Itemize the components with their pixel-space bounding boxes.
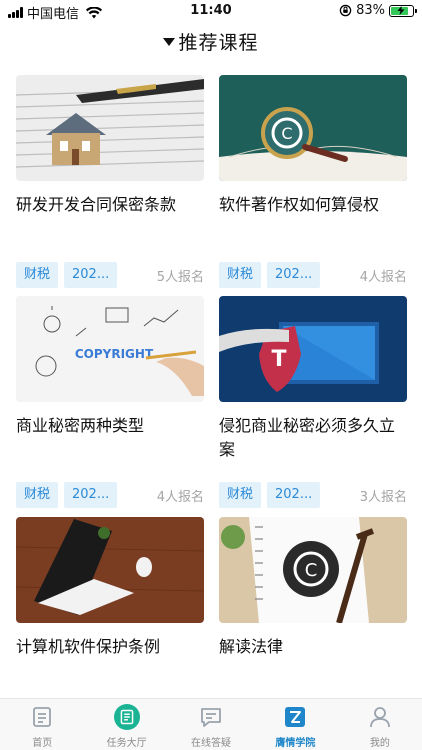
tab-label: 在线答疑 [191,738,232,749]
academy-icon [282,704,308,730]
course-thumbnail: C [219,75,407,181]
battery-percent: 83% [356,3,385,18]
tab-profile[interactable]: 我的 [338,699,422,750]
tab-task-hall[interactable]: 任务大厅 [84,699,168,750]
enroll-count: 5人报名 [156,269,204,285]
tab-label: 首页 [32,738,53,749]
page-header: 推荐课程 [0,28,422,58]
svg-text:C: C [281,124,292,143]
course-title: 商业秘密两种类型 [16,416,145,435]
course-meta: 财税 202... 4人报名 [219,261,407,289]
course-card[interactable]: T 侵犯商业秘密必须多久立案 [219,296,407,462]
chat-icon [198,704,224,730]
tab-label: 膺情学院 [275,738,316,749]
course-meta: 财税 202... 4人报名 [16,481,204,509]
course-title: 研发开发合同保密条款 [16,195,177,214]
tab-label: 我的 [369,738,390,749]
course-thumbnail: COPYRIGHT [16,296,204,402]
category-tag: 财税 [219,262,262,288]
profile-icon [367,704,393,730]
enroll-count: 4人报名 [156,489,204,505]
page-title-dropdown[interactable]: 推荐课程 [163,28,258,55]
tab-online-qa[interactable]: 在线答疑 [169,699,253,750]
date-tag: 202... [64,482,118,508]
course-thumbnail: T [219,296,407,402]
course-title: 解读法律 [219,637,284,656]
course-card[interactable]: 计算机软件保护条例 [16,517,204,659]
tab-home[interactable]: 首页 [0,699,84,750]
course-card[interactable]: C 软件著作权如何算侵权 [219,75,407,217]
task-list-icon [113,704,140,730]
status-bar: 中国电信 11:40 83% [0,0,422,24]
tab-academy[interactable]: 膺情学院 [253,699,337,750]
date-tag: 202... [64,262,118,288]
course-title: 侵犯商业秘密必须多久立案 [219,416,396,459]
enroll-count: 4人报名 [359,269,407,285]
course-title: 软件著作权如何算侵权 [219,195,380,214]
course-card[interactable]: C 解读法律 [219,517,407,659]
course-meta: 财税 202... 3人报名 [219,481,407,509]
tab-bar: 首页 任务大厅 在线答疑 膺情学院 我的 [0,698,422,750]
svg-text:COPYRIGHT: COPYRIGHT [75,347,154,361]
status-right: 83% [339,3,417,18]
battery-icon [389,4,417,17]
enroll-count: 3人报名 [359,489,407,505]
svg-text:C: C [305,560,318,581]
home-doc-icon [29,704,55,730]
course-card[interactable]: 研发开发合同保密条款 [16,75,204,217]
course-thumbnail [16,75,204,181]
caret-down-icon [163,37,176,46]
date-tag: 202... [267,262,321,288]
category-tag: 财税 [16,262,59,288]
category-tag: 财税 [219,482,262,508]
course-meta: 财税 202... 5人报名 [16,261,204,289]
category-tag: 财税 [16,482,59,508]
tab-label: 任务大厅 [106,738,147,749]
svg-text:T: T [271,347,286,372]
course-thumbnail [16,517,204,623]
orientation-lock-icon [339,4,352,17]
date-tag: 202... [267,482,321,508]
course-card[interactable]: COPYRIGHT 商业秘密两种类型 [16,296,204,438]
course-thumbnail: C [219,517,407,623]
course-title: 计算机软件保护条例 [16,637,161,656]
page-title: 推荐课程 [178,32,259,54]
